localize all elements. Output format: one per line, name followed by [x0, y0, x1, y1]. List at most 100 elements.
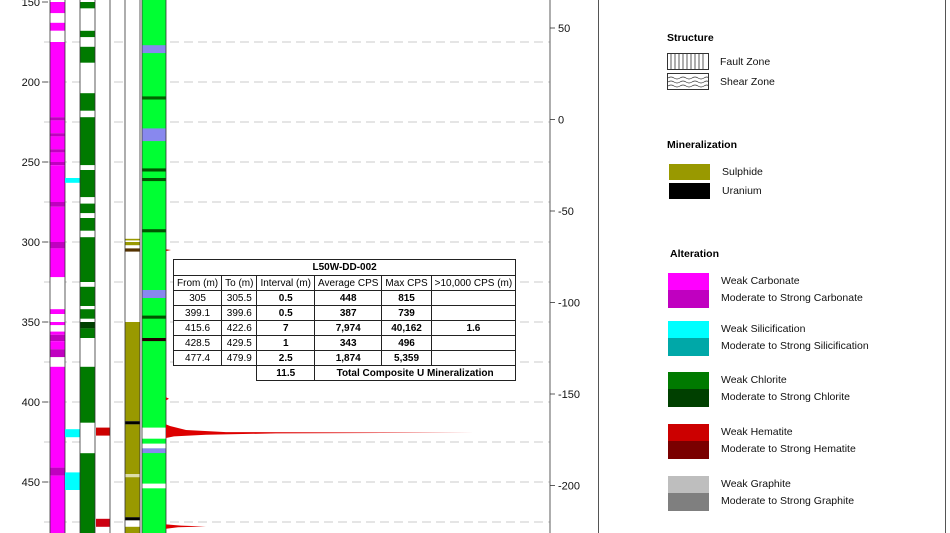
header-max-cps: Max CPS [381, 275, 432, 291]
interval-bar [80, 170, 95, 198]
interval-bar [96, 518, 110, 527]
interval-bar [50, 475, 65, 514]
cell-max: 40,162 [381, 320, 432, 336]
cell-over [430, 305, 517, 321]
legend-uranium: Uranium [722, 185, 762, 197]
interval-bar [80, 165, 95, 170]
interval-bar [142, 171, 166, 178]
interval-bar [80, 110, 95, 118]
interval-bar [80, 230, 95, 238]
interval-bar [50, 349, 65, 358]
legend-weak-carbonate: Weak Carbonate [721, 275, 800, 287]
interval-bar [142, 2, 166, 46]
interval-bar [80, 62, 95, 94]
interval-bar [50, 136, 65, 150]
interval-bar [50, 341, 65, 350]
strong-silicification-swatch [668, 338, 709, 356]
interval-bar [142, 290, 166, 298]
cell-over [430, 335, 517, 351]
radiometric-peak [166, 424, 474, 438]
interval-bar [50, 514, 65, 533]
cell-to: 399.6 [221, 305, 258, 321]
interval-bar [80, 366, 95, 423]
interval-bar [142, 438, 166, 444]
interval-bar [142, 453, 166, 484]
cell-average: 343 [314, 335, 383, 351]
interval-bar [142, 229, 166, 233]
table-header-row: From (m) To (m) Interval (m) Average CPS… [172, 275, 517, 291]
header-from: From (m) [172, 275, 223, 291]
table-row: 415.6 422.6 7 7,974 40,162 1.6 [172, 320, 517, 336]
interval-bar [80, 318, 95, 322]
interval-bar [80, 117, 95, 166]
interval-bar [80, 422, 95, 454]
cell-interval: 0.5 [256, 305, 316, 321]
interval-bar [142, 53, 166, 97]
mineralization-column [124, 0, 141, 533]
table-row: 477.4 479.9 2.5 1,874 5,359 [172, 350, 517, 366]
interval-bar [80, 2, 95, 9]
cell-from: 415.6 [172, 320, 223, 336]
interval-bar [80, 197, 95, 204]
elevation-tick-label: 50 [558, 23, 570, 35]
cell-average: 1,874 [314, 350, 383, 366]
chlorite-column [79, 0, 96, 533]
cell-interval: 2.5 [256, 350, 316, 366]
cell-to: 422.6 [221, 320, 258, 336]
elevation-tick-label: -50 [558, 206, 574, 218]
interval-bar [142, 178, 166, 182]
elevation-tick-label: -150 [558, 389, 580, 401]
table-total-row: 11.5 Total Composite U Mineralization [173, 365, 517, 381]
interval-bar [142, 483, 166, 489]
depth-tick-label: 250 [22, 157, 40, 169]
interval-bar [50, 165, 65, 202]
cell-max: 815 [381, 290, 432, 306]
interval-bar [142, 443, 166, 449]
legend-strong-carbonate: Moderate to Strong Carbonate [721, 292, 863, 304]
interval-bar [80, 203, 95, 214]
depth-tick-label: 150 [22, 0, 40, 9]
interval-bar [50, 277, 65, 310]
interval-bar [80, 8, 95, 31]
cell-over: 1.6 [430, 320, 517, 336]
header-average-cps: Average CPS [314, 275, 383, 291]
interval-bar [80, 237, 95, 282]
legend-weak-hematite: Weak Hematite [721, 426, 793, 438]
interval-bar [50, 309, 65, 314]
interval-bar [50, 202, 65, 207]
elevation-tick-label: 0 [558, 115, 564, 127]
depth-tick-label: 300 [22, 237, 40, 249]
cell-from: 305 [172, 290, 223, 306]
interval-bar [50, 334, 65, 342]
interval-bar [125, 248, 140, 252]
interval-bar [142, 448, 166, 454]
interval-bar [50, 152, 65, 162]
elevation-tick-label: -200 [558, 481, 580, 493]
interval-bar [125, 242, 140, 246]
interval-bar [80, 30, 95, 38]
legend-strong-chlorite: Moderate to Strong Chlorite [721, 391, 850, 403]
interval-bar [125, 238, 140, 241]
cell-interval: 1 [256, 335, 316, 351]
legend-strong-hematite: Moderate to Strong Hematite [721, 443, 856, 455]
cell-over [430, 290, 517, 306]
strong-hematite-swatch [668, 441, 709, 459]
interval-bar [80, 282, 95, 287]
interval-bar [50, 117, 65, 121]
interval-bar [142, 298, 166, 316]
legend-fault-zone: Fault Zone [720, 56, 771, 68]
fault-zone-swatch [667, 53, 709, 70]
header-over-10000: >10,000 CPS (m) [430, 275, 517, 291]
interval-bar [50, 22, 65, 31]
interval-bar [65, 429, 80, 438]
interval-bar [142, 45, 166, 54]
cell-average: 448 [314, 290, 383, 306]
cell-interval: 0.5 [256, 290, 316, 306]
cell-average: 7,974 [314, 320, 383, 336]
column-background [96, 0, 110, 533]
interval-bar [125, 520, 140, 527]
depth-tick-label: 400 [22, 397, 40, 409]
legend-strong-silicification: Moderate to Strong Silicification [721, 340, 869, 352]
interval-bar [96, 427, 110, 436]
strong-chlorite-swatch [668, 389, 709, 407]
